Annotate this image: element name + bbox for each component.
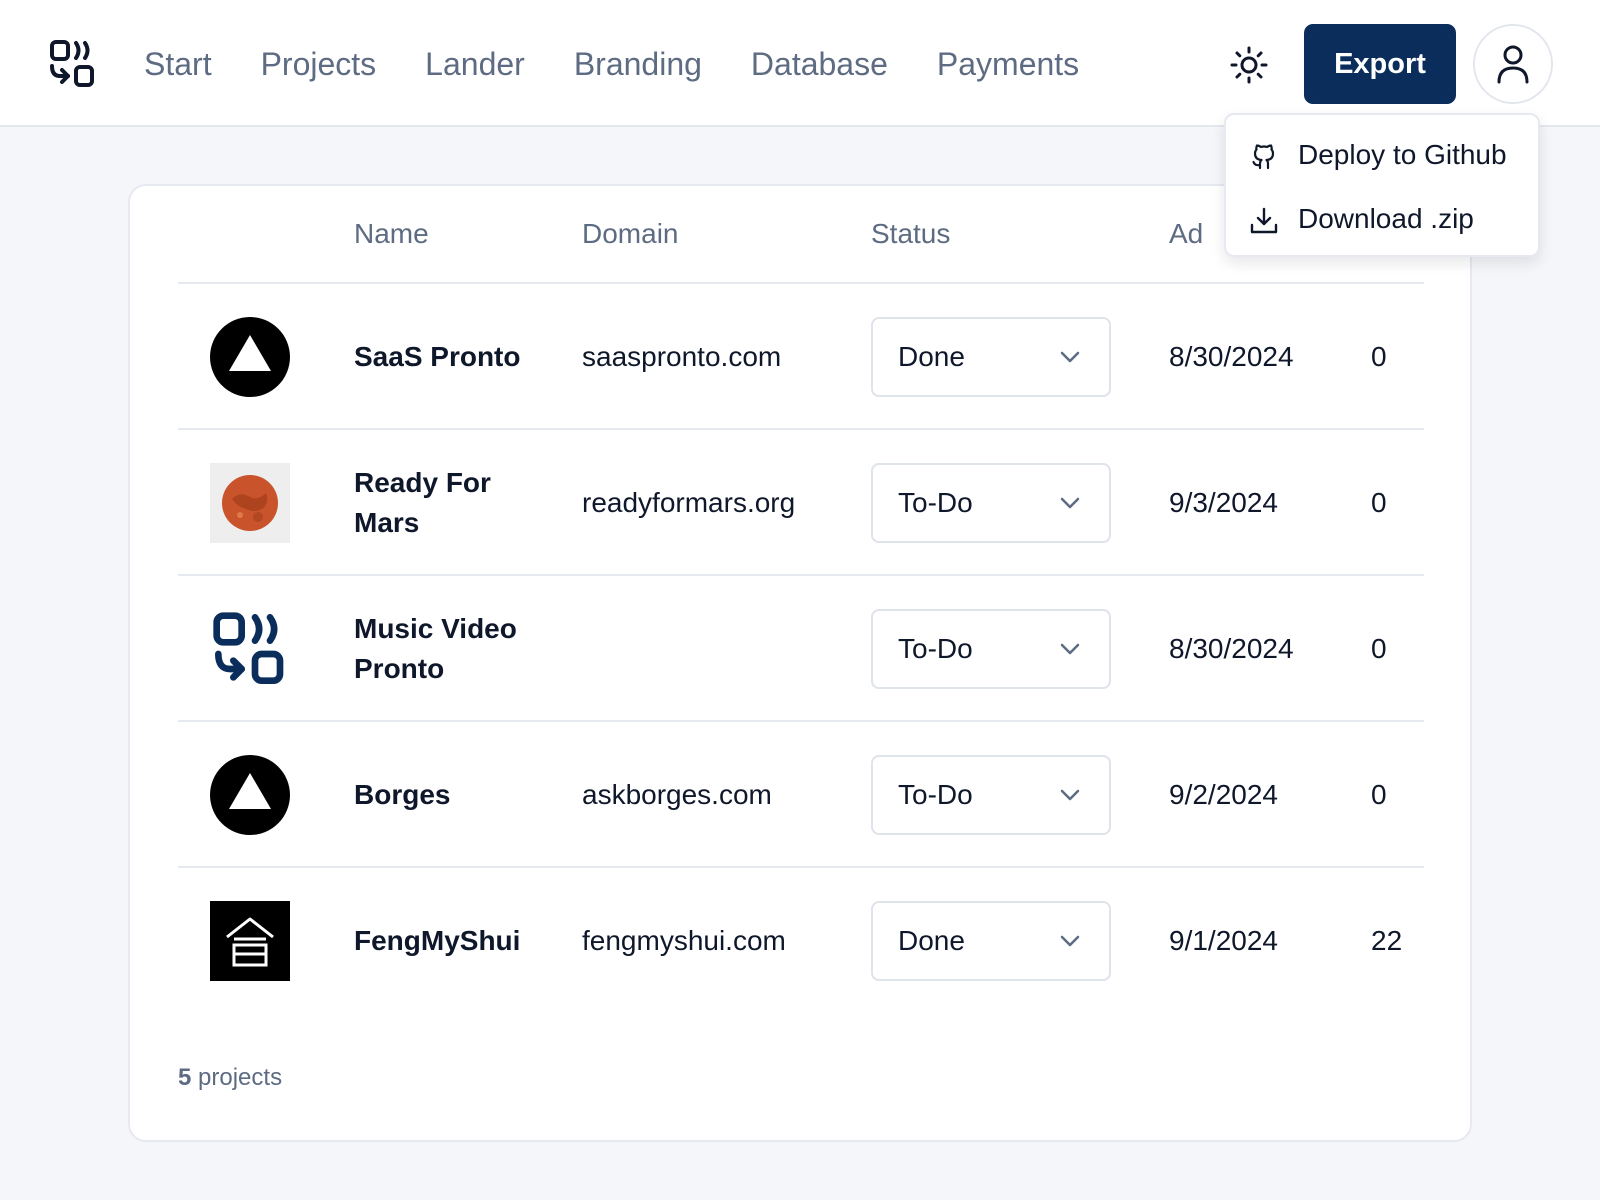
download-zip-label: Download .zip	[1298, 203, 1474, 234]
status-select[interactable]: Done	[871, 317, 1111, 397]
project-count-label: projects	[198, 1064, 283, 1091]
project-domain[interactable]: askborges.com	[582, 722, 772, 868]
deploy-to-github-menu-item[interactable]: Deploy to Github	[1226, 123, 1538, 187]
project-count: 0	[1371, 341, 1387, 372]
nav-item-branding[interactable]: Branding	[574, 46, 702, 83]
table-row[interactable]: FengMyShui fengmyshui.com Done 9/1/2024 …	[178, 868, 1424, 1014]
app-logo-icon[interactable]	[48, 40, 96, 88]
triangle-logo-icon	[210, 317, 290, 397]
nav-item-lander[interactable]: Lander	[425, 46, 525, 83]
chevron-down-icon	[1060, 789, 1080, 801]
project-count-summary: 5 projects	[178, 1064, 282, 1092]
app-logo-icon	[210, 609, 290, 689]
nav-item-database[interactable]: Database	[751, 46, 888, 83]
table-row[interactable]: SaaS Pronto saaspronto.com Done 8/30/202…	[178, 284, 1424, 430]
status-select[interactable]: To-Do	[871, 755, 1111, 835]
project-domain[interactable]: fengmyshui.com	[582, 868, 786, 1014]
status-select[interactable]: To-Do	[871, 609, 1111, 689]
column-header-domain[interactable]: Domain	[582, 218, 678, 250]
download-zip-menu-item[interactable]: Download .zip	[1226, 187, 1538, 251]
table-row[interactable]: Ready For Mars readyformars.org To-Do 9/…	[178, 430, 1424, 576]
status-value: Done	[898, 341, 965, 372]
top-navbar: Start Projects Lander Branding Database …	[0, 0, 1600, 127]
download-icon	[1250, 207, 1278, 234]
project-count: 0	[1371, 633, 1387, 664]
theme-toggle-button[interactable]	[1226, 42, 1272, 88]
user-icon	[1497, 45, 1529, 84]
pagoda-logo-icon	[210, 901, 290, 981]
project-count: 0	[1371, 779, 1387, 810]
project-date: 9/3/2024	[1169, 487, 1278, 518]
status-select[interactable]: Done	[871, 901, 1111, 981]
sun-icon	[1230, 46, 1268, 84]
nav-item-start[interactable]: Start	[144, 46, 212, 83]
chevron-down-icon	[1060, 935, 1080, 947]
export-dropdown-menu: Deploy to Github Download .zip	[1224, 113, 1540, 257]
chevron-down-icon	[1060, 351, 1080, 363]
project-count-number: 5	[178, 1064, 192, 1091]
project-name[interactable]: Ready For Mars	[354, 430, 554, 576]
mars-logo-icon	[210, 463, 290, 543]
main-nav: Start Projects Lander Branding Database …	[144, 40, 1128, 88]
project-name[interactable]: FengMyShui	[354, 868, 554, 1014]
nav-item-projects[interactable]: Projects	[261, 46, 377, 83]
deploy-to-github-label: Deploy to Github	[1298, 139, 1507, 170]
project-count: 0	[1371, 487, 1387, 518]
project-domain[interactable]: readyformars.org	[582, 430, 795, 576]
projects-card: Name Domain Status Ad SaaS Pronto saaspr…	[128, 184, 1472, 1142]
column-header-name[interactable]: Name	[354, 218, 429, 250]
column-header-added[interactable]: Ad	[1169, 218, 1203, 250]
project-date: 8/30/2024	[1169, 633, 1294, 664]
project-date: 8/30/2024	[1169, 341, 1294, 372]
status-value: To-Do	[898, 487, 973, 518]
status-value: Done	[898, 925, 965, 956]
nav-item-payments[interactable]: Payments	[937, 46, 1079, 83]
column-header-status[interactable]: Status	[871, 218, 950, 250]
project-name[interactable]: Borges	[354, 722, 554, 868]
chevron-down-icon	[1060, 497, 1080, 509]
project-count: 22	[1371, 925, 1403, 956]
projects-table: Name Domain Status Ad SaaS Pronto saaspr…	[178, 186, 1424, 1016]
status-value: To-Do	[898, 633, 973, 664]
export-button[interactable]: Export	[1304, 24, 1456, 104]
status-value: To-Do	[898, 779, 973, 810]
status-select[interactable]: To-Do	[871, 463, 1111, 543]
table-row[interactable]: Music Video Pronto To-Do 8/30/2024 0	[178, 576, 1424, 722]
project-name[interactable]: SaaS Pronto	[354, 284, 554, 430]
project-date: 9/2/2024	[1169, 779, 1278, 810]
project-date: 9/1/2024	[1169, 925, 1278, 956]
github-icon	[1252, 144, 1275, 170]
triangle-logo-icon	[210, 755, 290, 835]
table-row[interactable]: Borges askborges.com To-Do 9/2/2024 0	[178, 722, 1424, 868]
project-domain[interactable]: saaspronto.com	[582, 284, 781, 430]
user-menu-button[interactable]	[1473, 24, 1553, 104]
chevron-down-icon	[1060, 643, 1080, 655]
project-name[interactable]: Music Video Pronto	[354, 576, 554, 722]
